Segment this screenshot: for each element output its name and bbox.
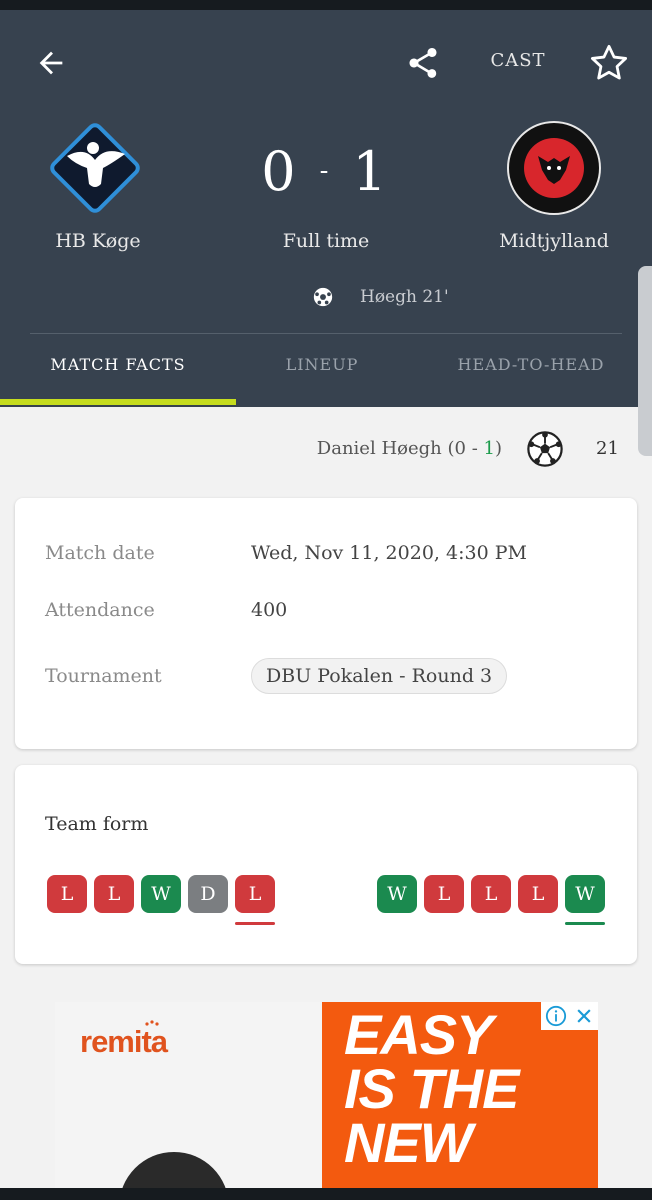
- goal-score-sep: -: [471, 438, 478, 459]
- ad-left-panel: remita: [55, 1002, 322, 1200]
- away-team-form: W L L L W: [377, 875, 612, 925]
- match-status: Full time: [282, 230, 370, 252]
- ad-right-panel: EASY IS THE NEW: [322, 1002, 598, 1200]
- form-result-pill[interactable]: L: [424, 875, 464, 913]
- team-form-card: Team form L L W D L W L L L W: [15, 765, 637, 964]
- match-date-label: Match date: [45, 542, 155, 564]
- current-result-underline: [235, 922, 275, 925]
- goal-scorer: Daniel Høegh (0 - 1): [316, 438, 502, 459]
- form-result-pill[interactable]: L: [471, 875, 511, 913]
- form-result-pill-current[interactable]: L: [235, 875, 275, 925]
- tab-match-facts[interactable]: MATCH FACTS: [0, 355, 236, 385]
- match-score: 0 - 1: [226, 136, 426, 206]
- home-score: 0: [261, 139, 300, 203]
- football-icon: [313, 287, 333, 307]
- match-date-value: Wed, Nov 11, 2020, 4:30 PM: [251, 542, 527, 564]
- ad-headline-line: NEW: [344, 1111, 473, 1174]
- goal-summary-text: Høegh 21': [360, 287, 449, 307]
- close-icon: [577, 1009, 591, 1023]
- ad-headline-line: IS THE: [344, 1057, 519, 1120]
- away-team-name[interactable]: Midtjylland: [464, 230, 644, 252]
- tab-head-to-head[interactable]: HEAD-TO-HEAD: [420, 355, 642, 385]
- home-team-crest[interactable]: [45, 118, 145, 218]
- cast-button[interactable]: CAST: [478, 50, 558, 76]
- attendance-label: Attendance: [45, 599, 155, 621]
- goal-ball-icon: [527, 431, 563, 467]
- info-icon: [545, 1005, 566, 1027]
- current-result-underline: [565, 922, 605, 925]
- active-tab-indicator: [0, 399, 236, 405]
- back-arrow-icon: [39, 51, 63, 75]
- ad-choices-badge[interactable]: [541, 1002, 598, 1030]
- form-result-pill[interactable]: L: [47, 875, 87, 913]
- form-result-pill-current[interactable]: W: [565, 875, 605, 925]
- goal-score-away: 1: [483, 438, 495, 459]
- match-info-card: Match date Wed, Nov 11, 2020, 4:30 PM At…: [15, 498, 637, 749]
- star-icon: [590, 44, 628, 80]
- share-button[interactable]: [400, 40, 446, 86]
- navigation-bar: [0, 1188, 652, 1200]
- favorite-button[interactable]: [584, 38, 634, 88]
- home-team-form: L L W D L: [47, 875, 282, 925]
- tab-bar: MATCH FACTS LINEUP HEAD-TO-HEAD: [0, 355, 652, 395]
- tournament-label: Tournament: [45, 665, 162, 687]
- form-result-pill[interactable]: L: [94, 875, 134, 913]
- form-result-pill[interactable]: D: [188, 875, 228, 913]
- tab-lineup[interactable]: LINEUP: [236, 355, 408, 385]
- ad-headline-line: EASY: [344, 1003, 494, 1066]
- match-header: CAST 0 - 1 HB Køge Full time Midtjylland…: [0, 10, 652, 407]
- ad-brand-logo: remita: [80, 1024, 168, 1059]
- home-team-name[interactable]: HB Køge: [8, 230, 188, 252]
- goal-scorer-name: Daniel Høegh: [316, 438, 442, 459]
- share-icon: [409, 48, 437, 78]
- tournament-chip[interactable]: DBU Pokalen - Round 3: [251, 658, 508, 694]
- away-score: 1: [352, 139, 391, 203]
- goal-summary: Høegh 21': [312, 286, 449, 308]
- goal-score-home: 0: [454, 438, 466, 459]
- goal-minute: 21: [596, 438, 619, 459]
- attendance-value: 400: [251, 599, 288, 621]
- form-result-pill[interactable]: L: [518, 875, 558, 913]
- goal-event-row[interactable]: Daniel Høegh (0 - 1) 21: [0, 428, 652, 472]
- team-form-title: Team form: [45, 813, 149, 835]
- form-result-pill[interactable]: W: [377, 875, 417, 913]
- advertisement-banner[interactable]: remita EASY IS THE NEW: [55, 1002, 598, 1200]
- back-button[interactable]: [28, 40, 74, 86]
- away-team-crest[interactable]: [504, 118, 604, 218]
- form-result-pill[interactable]: W: [141, 875, 181, 913]
- divider: [30, 333, 622, 334]
- ad-headline: EASY IS THE NEW: [344, 1003, 519, 1174]
- status-bar: [0, 0, 652, 10]
- score-separator: -: [319, 156, 333, 186]
